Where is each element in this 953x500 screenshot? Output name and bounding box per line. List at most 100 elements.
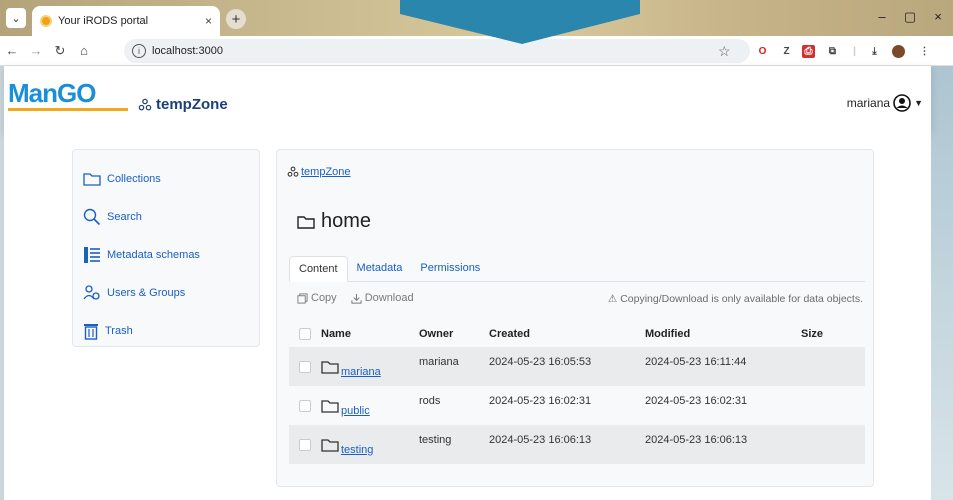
row-checkbox[interactable] [299,399,311,412]
decorative-frame-right [931,36,953,500]
breadcrumb: tempZone [287,166,351,178]
tab-permissions[interactable]: Permissions [411,256,489,281]
mango-logo[interactable]: ManGO [8,78,136,122]
toolbar-divider: | [853,46,856,57]
table-row: mariana mariana 2024-05-23 16:05:53 2024… [289,347,865,386]
pdf-extension-icon[interactable]: ⎙ [802,45,815,58]
folder-icon [321,360,339,374]
modified-cell: 2024-05-23 16:02:31 [645,395,748,407]
folder-icon [321,438,339,452]
users-icon [83,285,100,300]
site-info-icon[interactable]: i [132,44,146,58]
copy-icon [297,292,308,304]
minimize-button[interactable]: – [872,9,892,24]
sidebar-item-label: Users & Groups [107,287,186,299]
browser-menu-icon[interactable]: ⋮ [918,45,931,58]
folder-icon [321,399,339,413]
extensions-puzzle-icon[interactable]: ⧉ [826,45,839,58]
table-row: public rods 2024-05-23 16:02:31 2024-05-… [289,386,865,425]
browser-tab[interactable]: Your iRODS portal × [32,6,220,36]
collection-table: Name Owner Created Modified Size mariana… [289,321,865,464]
logo-text: ManGO [8,78,96,108]
column-header-created[interactable]: Created [489,328,645,340]
zotero-extension-icon[interactable]: Z [780,45,793,58]
collection-link[interactable]: mariana [341,366,381,378]
collection-panel: tempZone home Content Metadata Permissio… [276,149,874,487]
download-icon [351,293,362,304]
copy-label: Copy [311,292,337,304]
collection-link[interactable]: public [341,405,370,417]
sidebar-item-label: Trash [105,325,133,337]
tab-search-chevron-icon[interactable]: ⌄ [6,8,26,28]
zone-link[interactable]: tempZone [138,96,228,113]
maximize-button[interactable]: ▢ [900,9,920,25]
column-header-owner[interactable]: Owner [419,328,489,340]
availability-notice: ⚠ Copying/Download is only available for… [607,293,863,305]
folder-icon [83,173,101,186]
tab-title: Your iRODS portal [58,15,149,27]
row-checkbox[interactable] [299,360,311,373]
modified-cell: 2024-05-23 16:06:13 [645,434,748,446]
table-row: testing testing 2024-05-23 16:06:13 2024… [289,425,865,464]
column-header-modified[interactable]: Modified [645,328,801,340]
chevron-down-icon: ▼ [914,98,923,108]
tab-close-icon[interactable]: × [205,14,212,28]
sidebar-item-label: Collections [107,173,161,185]
zone-icon [287,166,299,177]
column-header-name[interactable]: Name [321,328,419,340]
user-avatar-icon [893,94,911,112]
action-bar: Copy Download [297,292,414,304]
tab-metadata[interactable]: Metadata [348,256,412,281]
zone-icon [138,98,152,110]
owner-cell: rods [419,395,441,407]
content-tabs: Content Metadata Permissions [289,256,865,282]
sidebar-item-metadata-schemas[interactable]: Metadata schemas [73,236,259,274]
select-all-checkbox[interactable] [299,328,311,340]
sidebar-item-search[interactable]: Search [73,198,259,236]
column-header-size[interactable]: Size [801,328,861,340]
sidebar-item-trash[interactable]: Trash [73,312,259,350]
reload-icon[interactable]: ↻ [48,43,72,59]
collection-link[interactable]: testing [341,444,373,456]
favicon-icon [40,15,52,27]
forward-arrow-icon[interactable]: → [24,43,48,58]
copy-button[interactable]: Copy [297,292,337,304]
modified-cell: 2024-05-23 16:11:44 [645,356,747,368]
zone-name: tempZone [156,96,228,113]
home-icon[interactable]: ⌂ [72,43,96,58]
sidebar-item-users-groups[interactable]: Users & Groups [73,274,259,312]
close-window-button[interactable]: × [928,9,948,24]
created-cell: 2024-05-23 16:02:31 [489,395,592,407]
page-content: Collections Search Metadata schemas User… [4,132,931,500]
page-title-text: home [321,210,372,232]
opera-extension-icon[interactable]: O [756,45,769,58]
tab-content[interactable]: Content [289,256,348,282]
owner-cell: mariana [419,356,459,368]
back-arrow-icon[interactable]: ← [0,43,24,58]
user-menu[interactable]: mariana ▼ [847,94,923,112]
download-label: Download [364,292,414,304]
sidebar-item-collections[interactable]: Collections [73,160,259,198]
download-icon[interactable]: ⤓ [868,45,881,58]
app-header: ManGO tempZone mariana ▼ [4,66,931,132]
created-cell: 2024-05-23 16:06:13 [489,434,592,446]
trash-icon [84,324,98,340]
breadcrumb-zone-link[interactable]: tempZone [301,166,351,178]
sidebar: Collections Search Metadata schemas User… [72,149,260,347]
list-icon [84,247,100,263]
decorative-arrow [400,0,640,44]
logo-underline [8,108,128,111]
created-cell: 2024-05-23 16:05:53 [489,356,592,368]
owner-cell: testing [419,434,452,446]
table-header: Name Owner Created Modified Size [289,321,865,347]
profile-avatar-icon[interactable] [892,45,905,58]
row-checkbox[interactable] [299,438,311,451]
download-button[interactable]: Download [351,292,414,304]
sidebar-item-label: Metadata schemas [107,249,200,261]
sidebar-item-label: Search [107,211,142,223]
address-url: localhost:3000 [152,45,223,57]
new-tab-button[interactable]: + [226,9,246,29]
bookmark-star-icon[interactable]: ☆ [718,43,731,60]
user-name: mariana [846,96,891,110]
folder-icon [297,215,315,229]
